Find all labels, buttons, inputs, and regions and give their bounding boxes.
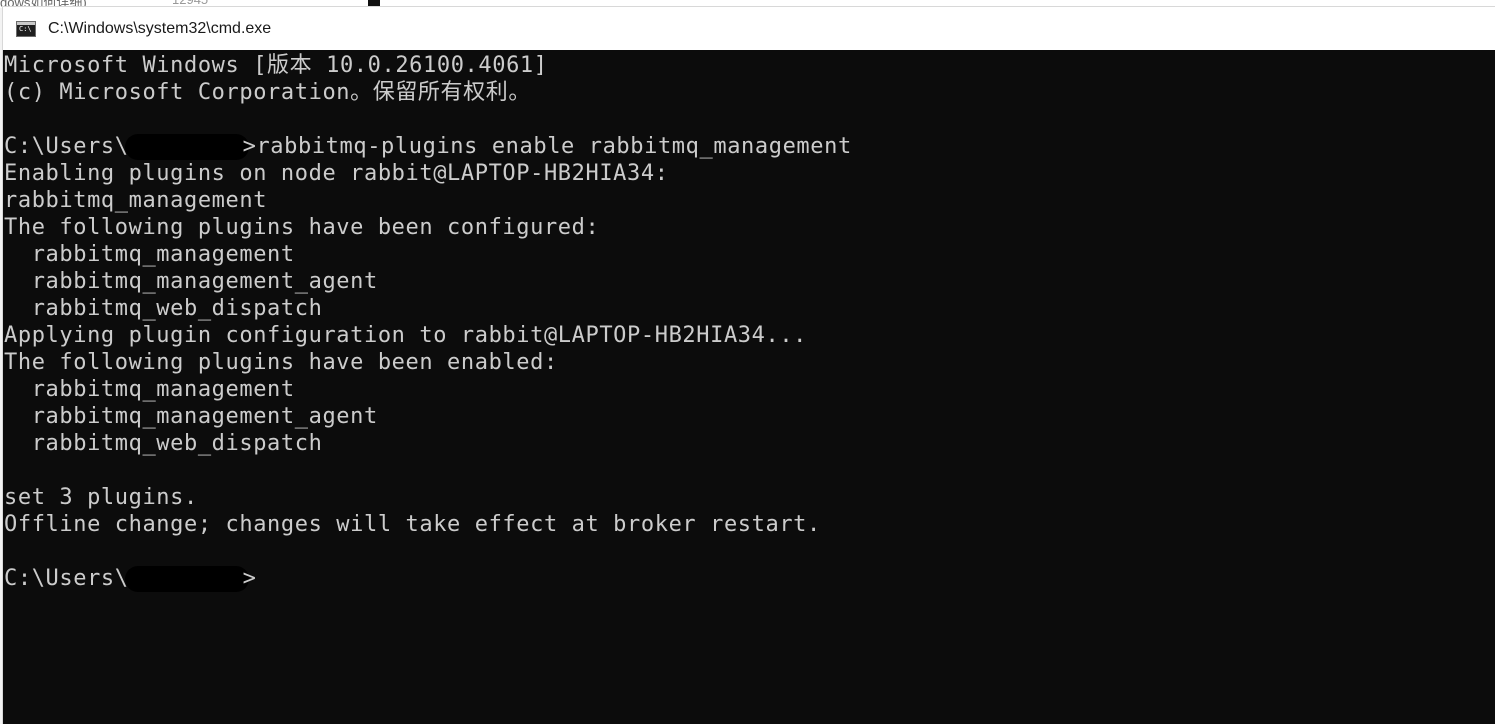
console-line: Applying plugin configuration to rabbit@… [4, 323, 808, 348]
console-line: The following plugins have been configur… [4, 215, 600, 240]
prompt-symbol: > [242, 566, 257, 591]
screen: dows如何详细) 12945 C:\Windows\system32\cmd.… [0, 0, 1495, 724]
command-prompt-line: C:\Users\ >rabbitmq-plugins enable rabbit… [4, 133, 852, 160]
console-line: Microsoft Windows [版本 10.0.26100.4061] [4, 53, 548, 78]
console-line: Enabling plugins on node rabbit@LAPTOP-H… [4, 161, 669, 186]
console-line: set 3 plugins. [4, 485, 198, 510]
console-output[interactable]: Microsoft Windows [版本 10.0.26100.4061] (… [3, 50, 1495, 724]
console-line: rabbitmq_web_dispatch [4, 431, 323, 456]
cmd-console-icon[interactable] [16, 20, 36, 37]
console-line: (c) Microsoft Corporation。保留所有权利。 [4, 80, 531, 105]
cmd-window[interactable]: C:\Windows\system32\cmd.exe Microsoft Wi… [2, 6, 1495, 724]
console-line: rabbitmq_management [4, 242, 295, 267]
console-line: rabbitmq_management_agent [4, 404, 378, 429]
current-prompt-line[interactable]: C:\Users\ > [4, 565, 852, 592]
console-lines: Microsoft Windows [版本 10.0.26100.4061] (… [4, 52, 852, 592]
console-line: Offline change; changes will take effect… [4, 512, 821, 537]
console-line: rabbitmq_management [4, 377, 295, 402]
window-title: C:\Windows\system32\cmd.exe [48, 19, 272, 37]
console-line: rabbitmq_management_agent [4, 269, 378, 294]
prompt-path: C:\Users\ [4, 566, 129, 591]
console-line: rabbitmq_web_dispatch [4, 296, 323, 321]
title-bar[interactable]: C:\Windows\system32\cmd.exe [3, 7, 1495, 50]
prompt-path: C:\Users\ [4, 134, 129, 159]
console-line: The following plugins have been enabled: [4, 350, 558, 375]
console-line: rabbitmq_management [4, 188, 268, 213]
redacted-username [124, 566, 249, 592]
redacted-username [124, 134, 249, 160]
entered-command: >rabbitmq-plugins enable rabbitmq_manage… [242, 134, 852, 159]
